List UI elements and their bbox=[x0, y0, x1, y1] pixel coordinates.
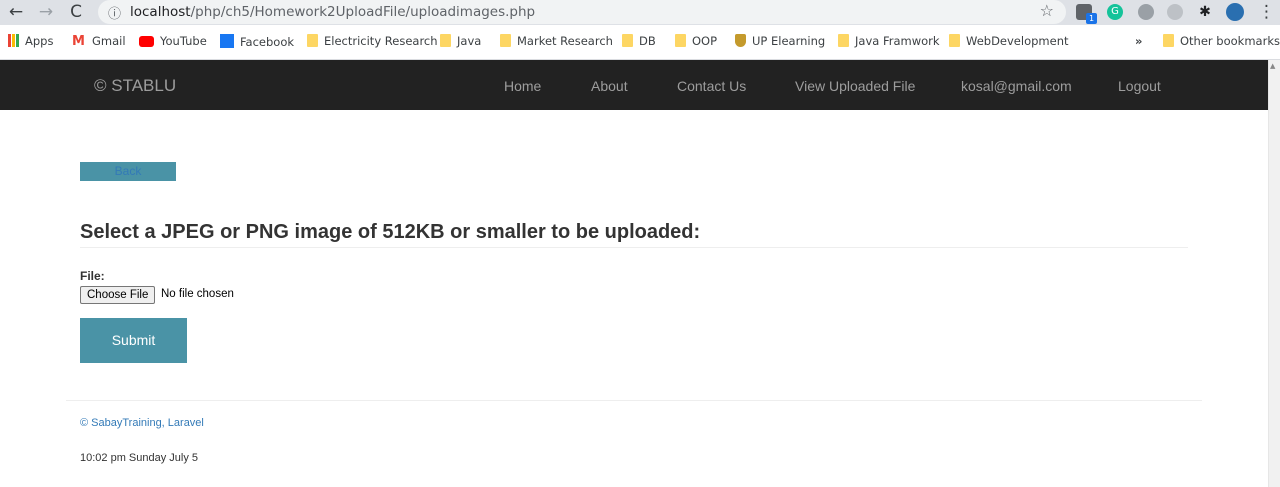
bookmark-webdevelopment[interactable]: WebDevelopment bbox=[949, 34, 1069, 50]
footer-datetime: 10:02 pm Sunday July 5 bbox=[80, 452, 199, 464]
bookmark-youtube[interactable]: YouTube bbox=[139, 34, 207, 50]
choose-file-button[interactable]: Choose File bbox=[80, 286, 156, 304]
folder-icon bbox=[838, 34, 849, 47]
bookmark-oop[interactable]: OOP bbox=[675, 34, 717, 50]
shield-icon bbox=[735, 34, 746, 47]
gmail-icon: M bbox=[72, 34, 85, 49]
folder-icon bbox=[675, 34, 686, 47]
bookmark-db[interactable]: DB bbox=[622, 34, 656, 50]
bookmark-other[interactable]: Other bookmarks bbox=[1163, 34, 1280, 50]
bookmark-star-icon[interactable]: ☆ bbox=[1040, 1, 1054, 20]
folder-icon bbox=[440, 34, 451, 47]
grammarly-icon[interactable]: G bbox=[1107, 4, 1123, 20]
url-text: localhost/php/ch5/Homework2UploadFile/up… bbox=[130, 4, 536, 20]
file-label: File: bbox=[80, 269, 105, 283]
avatar[interactable] bbox=[1226, 3, 1244, 21]
brand-logo[interactable]: © STABLU bbox=[94, 76, 176, 96]
menu-dots-icon[interactable]: ⋮ bbox=[1258, 2, 1275, 22]
divider bbox=[80, 247, 1188, 248]
folder-icon bbox=[307, 34, 318, 47]
address-bar[interactable]: ⓘ localhost/php/ch5/Homework2UploadFile/… bbox=[98, 0, 1066, 24]
bookmark-java-framwork[interactable]: Java Framwork bbox=[838, 34, 940, 50]
folder-icon bbox=[1163, 34, 1174, 47]
site-navbar: © STABLU Home About Contact Us View Uplo… bbox=[0, 60, 1268, 110]
nav-contact-us[interactable]: Contact Us bbox=[677, 78, 746, 94]
apps-grid-icon bbox=[8, 34, 19, 47]
footer-divider bbox=[66, 400, 1202, 401]
bookmark-up-elearning[interactable]: UP Elearning bbox=[735, 34, 825, 50]
browser-toolbar: ← → C ⓘ localhost/php/ch5/Homework2Uploa… bbox=[0, 0, 1280, 25]
bookmark-apps[interactable]: Apps bbox=[8, 34, 53, 50]
bookmarks-bar: Apps M Gmail YouTube Facebook Electricity… bbox=[0, 25, 1280, 60]
submit-button[interactable]: Submit bbox=[80, 318, 187, 363]
page-scrollbar[interactable] bbox=[1268, 60, 1280, 487]
bookmark-market-research[interactable]: Market Research bbox=[500, 34, 613, 50]
reload-icon[interactable]: C bbox=[66, 2, 86, 22]
extension-gray-icon[interactable] bbox=[1138, 4, 1154, 20]
bookmark-java[interactable]: Java bbox=[440, 34, 481, 50]
bug-icon[interactable] bbox=[1167, 4, 1183, 20]
bookmark-electricity-research[interactable]: Electricity Research bbox=[307, 34, 438, 50]
page-title: Select a JPEG or PNG image of 512KB or s… bbox=[80, 221, 701, 243]
forward-arrow-icon[interactable]: → bbox=[36, 2, 56, 22]
extension-badge: 1 bbox=[1086, 13, 1097, 24]
folder-icon bbox=[500, 34, 511, 47]
puzzle-icon[interactable]: ✱ bbox=[1197, 4, 1213, 20]
nav-logout[interactable]: Logout bbox=[1118, 78, 1161, 94]
back-button[interactable]: Back bbox=[80, 162, 176, 181]
bookmark-facebook[interactable]: Facebook bbox=[220, 34, 294, 50]
file-status-text: No file chosen bbox=[161, 288, 234, 300]
site-info-icon[interactable]: ⓘ bbox=[108, 3, 121, 22]
nav-user-email[interactable]: kosal@gmail.com bbox=[961, 78, 1072, 94]
nav-home[interactable]: Home bbox=[504, 78, 541, 94]
folder-icon bbox=[622, 34, 633, 47]
nav-about[interactable]: About bbox=[591, 78, 628, 94]
folder-icon bbox=[949, 34, 960, 47]
nav-view-uploaded-file[interactable]: View Uploaded File bbox=[795, 78, 915, 94]
back-arrow-icon[interactable]: ← bbox=[6, 2, 26, 22]
scroll-up-arrow-icon[interactable]: ▲ bbox=[1270, 62, 1275, 70]
more-bookmarks-button[interactable]: » bbox=[1135, 34, 1142, 50]
bookmark-gmail[interactable]: M Gmail bbox=[72, 34, 126, 50]
facebook-icon bbox=[220, 34, 234, 48]
footer-credit-link[interactable]: © SabayTraining, Laravel bbox=[80, 417, 204, 429]
youtube-icon bbox=[139, 36, 154, 47]
